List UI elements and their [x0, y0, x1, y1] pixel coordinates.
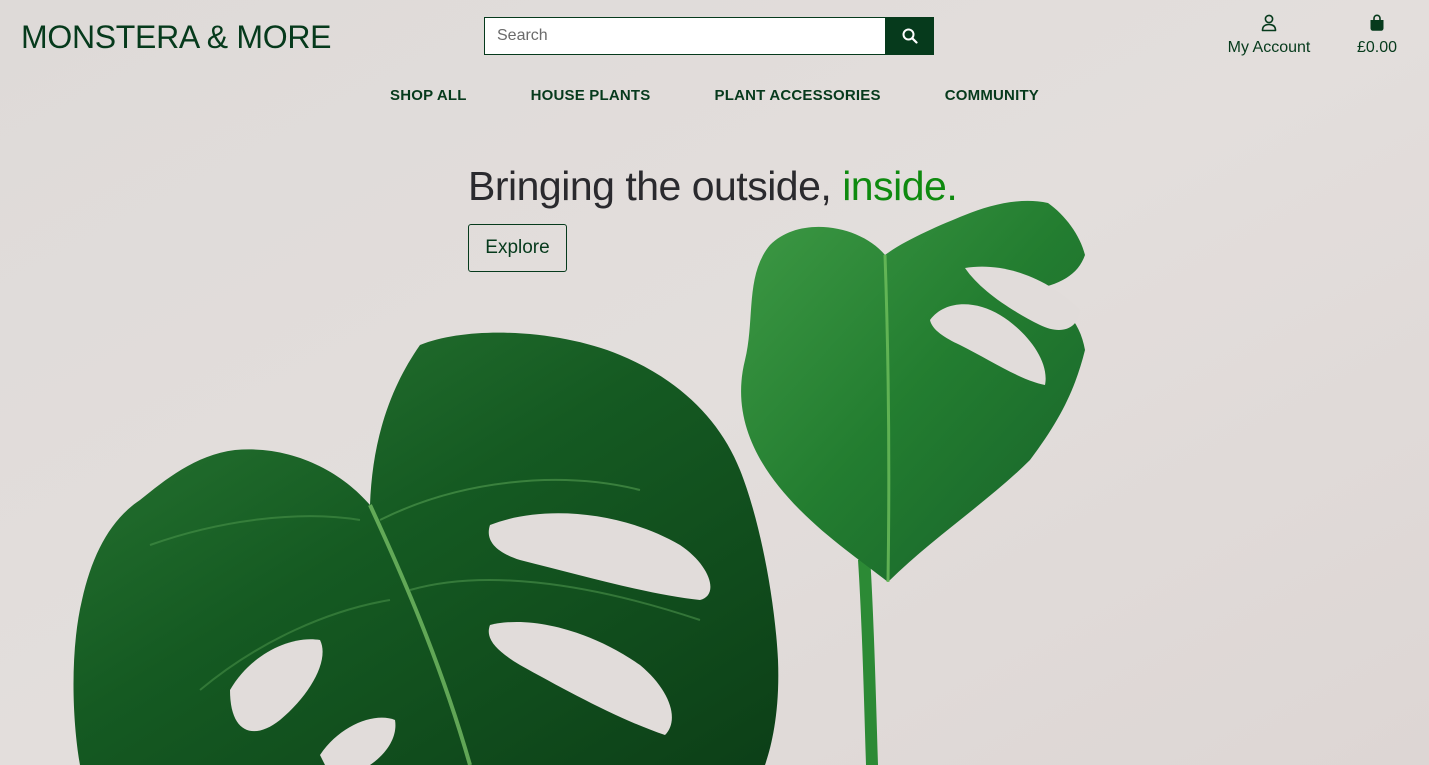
brand-logo[interactable]: MONSTERA & MORE	[21, 18, 332, 56]
my-account-link[interactable]: My Account	[1220, 14, 1318, 62]
search-button[interactable]	[885, 17, 934, 55]
search-input[interactable]	[484, 17, 885, 55]
nav-house-plants[interactable]: HOUSE PLANTS	[531, 85, 651, 107]
explore-button[interactable]: Explore	[468, 224, 567, 272]
my-account-label: My Account	[1227, 39, 1311, 56]
nav-plant-accessories[interactable]: PLANT ACCESSORIES	[715, 85, 881, 107]
main-navigation: SHOP ALL HOUSE PLANTS PLANT ACCESSORIES …	[0, 85, 1429, 107]
search-icon	[902, 28, 918, 44]
shopping-bag-icon	[1346, 14, 1408, 34]
hero-title-accent: inside.	[842, 163, 958, 209]
hero-background-image	[0, 0, 1429, 765]
search-bar	[484, 17, 934, 55]
nav-community[interactable]: COMMUNITY	[945, 85, 1039, 107]
hero-title: Bringing the outside, inside.	[468, 160, 958, 212]
user-icon	[1220, 14, 1318, 34]
nav-shop-all[interactable]: SHOP ALL	[390, 85, 467, 107]
shopping-bag-link[interactable]: £0.00	[1346, 14, 1408, 62]
hero-title-main: Bringing the outside,	[468, 163, 843, 209]
bag-total: £0.00	[1356, 39, 1398, 56]
